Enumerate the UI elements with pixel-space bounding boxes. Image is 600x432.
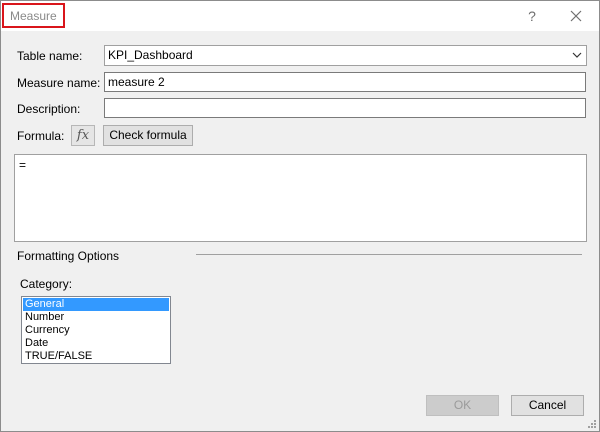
chevron-down-icon <box>572 52 582 58</box>
cancel-label: Cancel <box>528 398 567 412</box>
close-icon <box>570 10 582 22</box>
table-name-value: KPI_Dashboard <box>108 48 193 62</box>
category-item-date[interactable]: Date <box>23 337 169 350</box>
resize-grip-icon[interactable] <box>587 419 597 429</box>
title-bar[interactable]: Measure ? <box>1 1 599 31</box>
ok-button[interactable]: OK <box>426 395 499 416</box>
category-item-true-false[interactable]: TRUE/FALSE <box>23 350 169 363</box>
formatting-options-title: Formatting Options <box>17 249 120 263</box>
help-button[interactable]: ? <box>517 6 547 26</box>
measure-dialog: Measure ? Table name: KPI_Dashboard Meas… <box>0 0 600 432</box>
table-name-select[interactable]: KPI_Dashboard <box>104 45 587 66</box>
measure-name-value: measure 2 <box>108 75 165 89</box>
category-item-currency[interactable]: Currency <box>23 324 169 337</box>
check-formula-label: Check formula <box>109 128 187 142</box>
function-icon[interactable]: fx <box>71 125 95 146</box>
category-listbox[interactable]: General Number Currency Date TRUE/FALSE <box>21 296 171 364</box>
description-label: Description: <box>17 102 81 116</box>
section-divider <box>196 254 582 255</box>
measure-name-label: Measure name: <box>17 76 101 90</box>
measure-name-input[interactable]: measure 2 <box>104 72 586 92</box>
help-icon: ? <box>528 8 536 24</box>
fx-symbol: fx <box>76 128 90 143</box>
check-formula-button[interactable]: Check formula <box>103 125 193 146</box>
category-label: Category: <box>20 277 73 291</box>
cancel-button[interactable]: Cancel <box>511 395 584 416</box>
formula-editor[interactable]: = <box>14 154 587 242</box>
dialog-title: Measure <box>10 9 57 23</box>
category-item-general[interactable]: General <box>23 298 169 311</box>
ok-label: OK <box>453 398 472 412</box>
description-input[interactable] <box>104 98 586 118</box>
formula-label: Formula: <box>17 129 65 143</box>
close-button[interactable] <box>561 6 591 26</box>
formula-text: = <box>19 158 27 172</box>
category-item-number[interactable]: Number <box>23 311 169 324</box>
table-name-label: Table name: <box>17 49 83 63</box>
